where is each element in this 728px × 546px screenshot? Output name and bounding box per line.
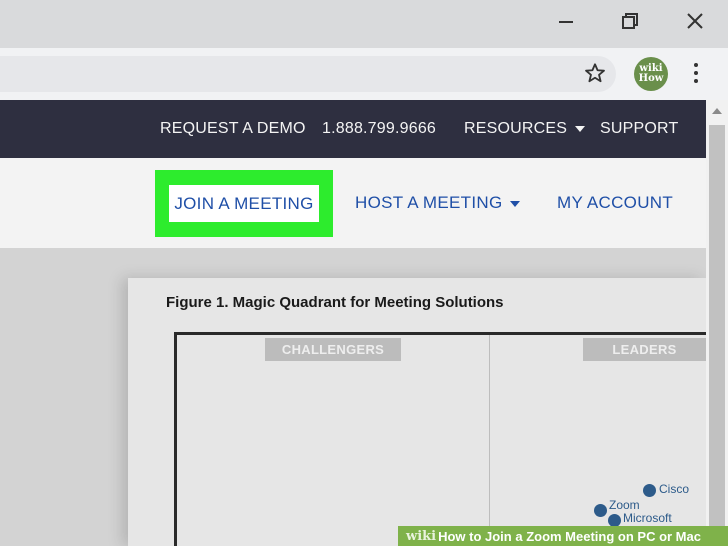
host-meeting-label: HOST A MEETING	[355, 193, 503, 212]
figure-title: Figure 1. Magic Quadrant for Meeting Sol…	[166, 294, 504, 311]
chevron-down-icon	[510, 200, 521, 207]
close-icon	[687, 13, 703, 29]
wikihow-watermark: wiki How to Join a Zoom Meeting on PC or…	[398, 526, 728, 546]
close-button[interactable]	[675, 6, 715, 36]
profile-avatar[interactable]: wiki How	[634, 57, 668, 91]
browser-menu-icon[interactable]	[686, 58, 706, 88]
minimize-icon	[559, 21, 573, 23]
minimize-button[interactable]	[546, 6, 586, 36]
watermark-brand: wiki	[406, 528, 437, 544]
request-demo-link[interactable]: REQUEST A DEMO	[160, 120, 306, 138]
scroll-up-arrow-icon[interactable]	[712, 108, 722, 114]
restore-icon	[622, 13, 638, 29]
avatar-text-bottom: How	[638, 73, 664, 84]
watermark-text: How to Join a Zoom Meeting on PC or Mac	[438, 528, 701, 544]
resources-label: RESOURCES	[464, 120, 568, 137]
vendor-label-microsoft: Microsoft	[623, 511, 672, 525]
site-top-nav: REQUEST A DEMO 1.888.799.9666 RESOURCES …	[0, 100, 706, 158]
vendor-label-cisco: Cisco	[659, 482, 690, 496]
vendor-dot-cisco	[643, 484, 656, 497]
browser-toolbar	[0, 48, 728, 100]
restore-button[interactable]	[610, 6, 650, 36]
host-meeting-menu[interactable]: HOST A MEETING	[355, 193, 521, 213]
phone-link[interactable]: 1.888.799.9666	[322, 120, 436, 138]
vendor-label-zoom: Zoom	[609, 498, 640, 512]
vendor-dot-zoom	[594, 504, 607, 517]
address-bar[interactable]	[0, 56, 616, 92]
chevron-down-icon	[575, 125, 586, 132]
my-account-link[interactable]: MY ACCOUNT	[557, 193, 673, 213]
quadrant-divider	[489, 335, 490, 546]
resources-menu[interactable]: RESOURCES	[464, 120, 586, 138]
leaders-label: LEADERS	[583, 338, 706, 361]
challengers-label: CHALLENGERS	[265, 338, 401, 361]
bookmark-star-icon[interactable]	[580, 58, 610, 88]
scrollbar-thumb[interactable]	[709, 125, 725, 546]
join-meeting-button[interactable]: JOIN A MEETING	[169, 185, 319, 222]
support-link[interactable]: SUPPORT	[600, 120, 678, 138]
